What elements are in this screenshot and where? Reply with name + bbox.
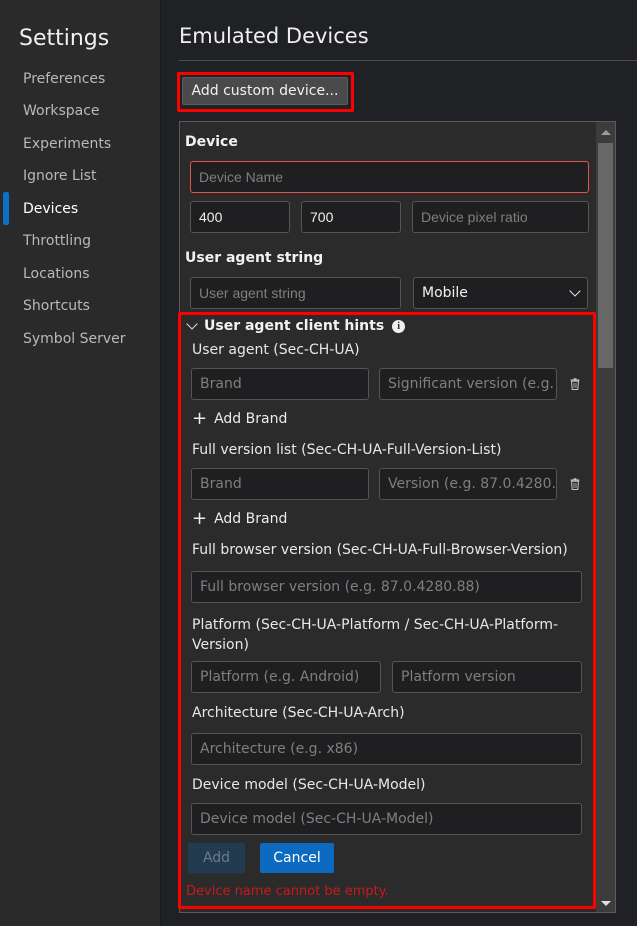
plus-icon: + [192, 408, 208, 429]
scroll-up-arrow-icon[interactable] [601, 130, 611, 135]
device-model-label: Device model (Sec-CH-UA-Model) [192, 777, 426, 793]
plus-icon: + [192, 508, 208, 529]
sidebar-item-ignore-list[interactable]: Ignore List [23, 168, 96, 184]
title-divider [179, 60, 637, 61]
user-agent-section-label: User agent string [185, 250, 324, 266]
full-browser-version-label: Full browser version (Sec-CH-UA-Full-Bro… [192, 542, 568, 558]
scrollbar[interactable] [596, 122, 615, 912]
chevron-down-icon [186, 318, 198, 330]
ua-label: User agent (Sec-CH-UA) [192, 342, 360, 358]
device-section-label: Device [185, 134, 238, 150]
sidebar-item-symbol-server[interactable]: Symbol Server [23, 331, 126, 347]
full-version-list-label: Full version list (Sec-CH-UA-Full-Versio… [192, 442, 502, 458]
scroll-thumb[interactable] [598, 143, 613, 368]
trash-icon[interactable] [570, 378, 580, 390]
ua-brand-input[interactable]: Brand [191, 368, 369, 400]
platform-label: Platform (Sec-CH-UA-Platform / Sec-CH-UA… [192, 617, 559, 653]
add-button[interactable]: Add [188, 843, 245, 873]
info-icon[interactable]: i [392, 319, 406, 333]
add-brand-label: Add Brand [214, 511, 288, 527]
sidebar-item-devices[interactable]: Devices [23, 201, 78, 217]
platform-input[interactable]: Platform (e.g. Android) [191, 661, 381, 693]
error-message: Device name cannot be empty. [186, 884, 389, 899]
settings-sidebar: Settings Preferences Workspace Experimen… [0, 0, 161, 926]
device-type-selected: Mobile [422, 285, 468, 301]
sidebar-item-locations[interactable]: Locations [23, 266, 90, 282]
full-browser-version-input[interactable]: Full browser version (e.g. 87.0.4280.88) [191, 571, 582, 603]
chevron-down-icon [569, 285, 581, 297]
architecture-input[interactable]: Architecture (e.g. x86) [191, 733, 582, 765]
add-brand-button-full-list[interactable]: + Add Brand [192, 510, 287, 528]
ua-version-input[interactable]: Significant version (e.g. 87) [379, 368, 557, 400]
device-height-input[interactable]: 700 [301, 201, 401, 233]
active-indicator [3, 192, 9, 225]
cancel-button[interactable]: Cancel [260, 843, 334, 873]
device-type-select[interactable]: Mobile [413, 277, 588, 309]
sidebar-item-workspace[interactable]: Workspace [23, 103, 100, 119]
device-name-input[interactable]: Device Name [190, 161, 589, 193]
sidebar-item-throttling[interactable]: Throttling [23, 233, 91, 249]
device-model-input[interactable]: Device model (Sec-CH-UA-Model) [191, 803, 582, 835]
add-brand-label: Add Brand [214, 411, 288, 427]
user-agent-string-input[interactable]: User agent string [190, 277, 401, 309]
add-custom-device-button[interactable]: Add custom device... [182, 77, 348, 105]
device-pixel-ratio-input[interactable]: Device pixel ratio [412, 201, 589, 233]
full-list-brand-input[interactable]: Brand [191, 468, 369, 500]
sidebar-item-preferences[interactable]: Preferences [23, 71, 105, 87]
architecture-label: Architecture (Sec-CH-UA-Arch) [192, 705, 405, 721]
platform-version-input[interactable]: Platform version [392, 661, 582, 693]
sidebar-item-shortcuts[interactable]: Shortcuts [23, 298, 90, 314]
page-title: Emulated Devices [179, 24, 369, 48]
full-list-version-input[interactable]: Version (e.g. 87.0.4280.88) [379, 468, 557, 500]
client-hints-toggle[interactable]: User agent client hints i [186, 318, 406, 334]
sidebar-title: Settings [19, 26, 110, 51]
trash-icon[interactable] [570, 478, 580, 490]
sidebar-item-experiments[interactable]: Experiments [23, 136, 111, 152]
device-width-input[interactable]: 400 [190, 201, 290, 233]
add-brand-button-ua[interactable]: + Add Brand [192, 410, 287, 428]
scroll-down-arrow-icon[interactable] [601, 901, 611, 906]
client-hints-header: User agent client hints [204, 318, 385, 334]
